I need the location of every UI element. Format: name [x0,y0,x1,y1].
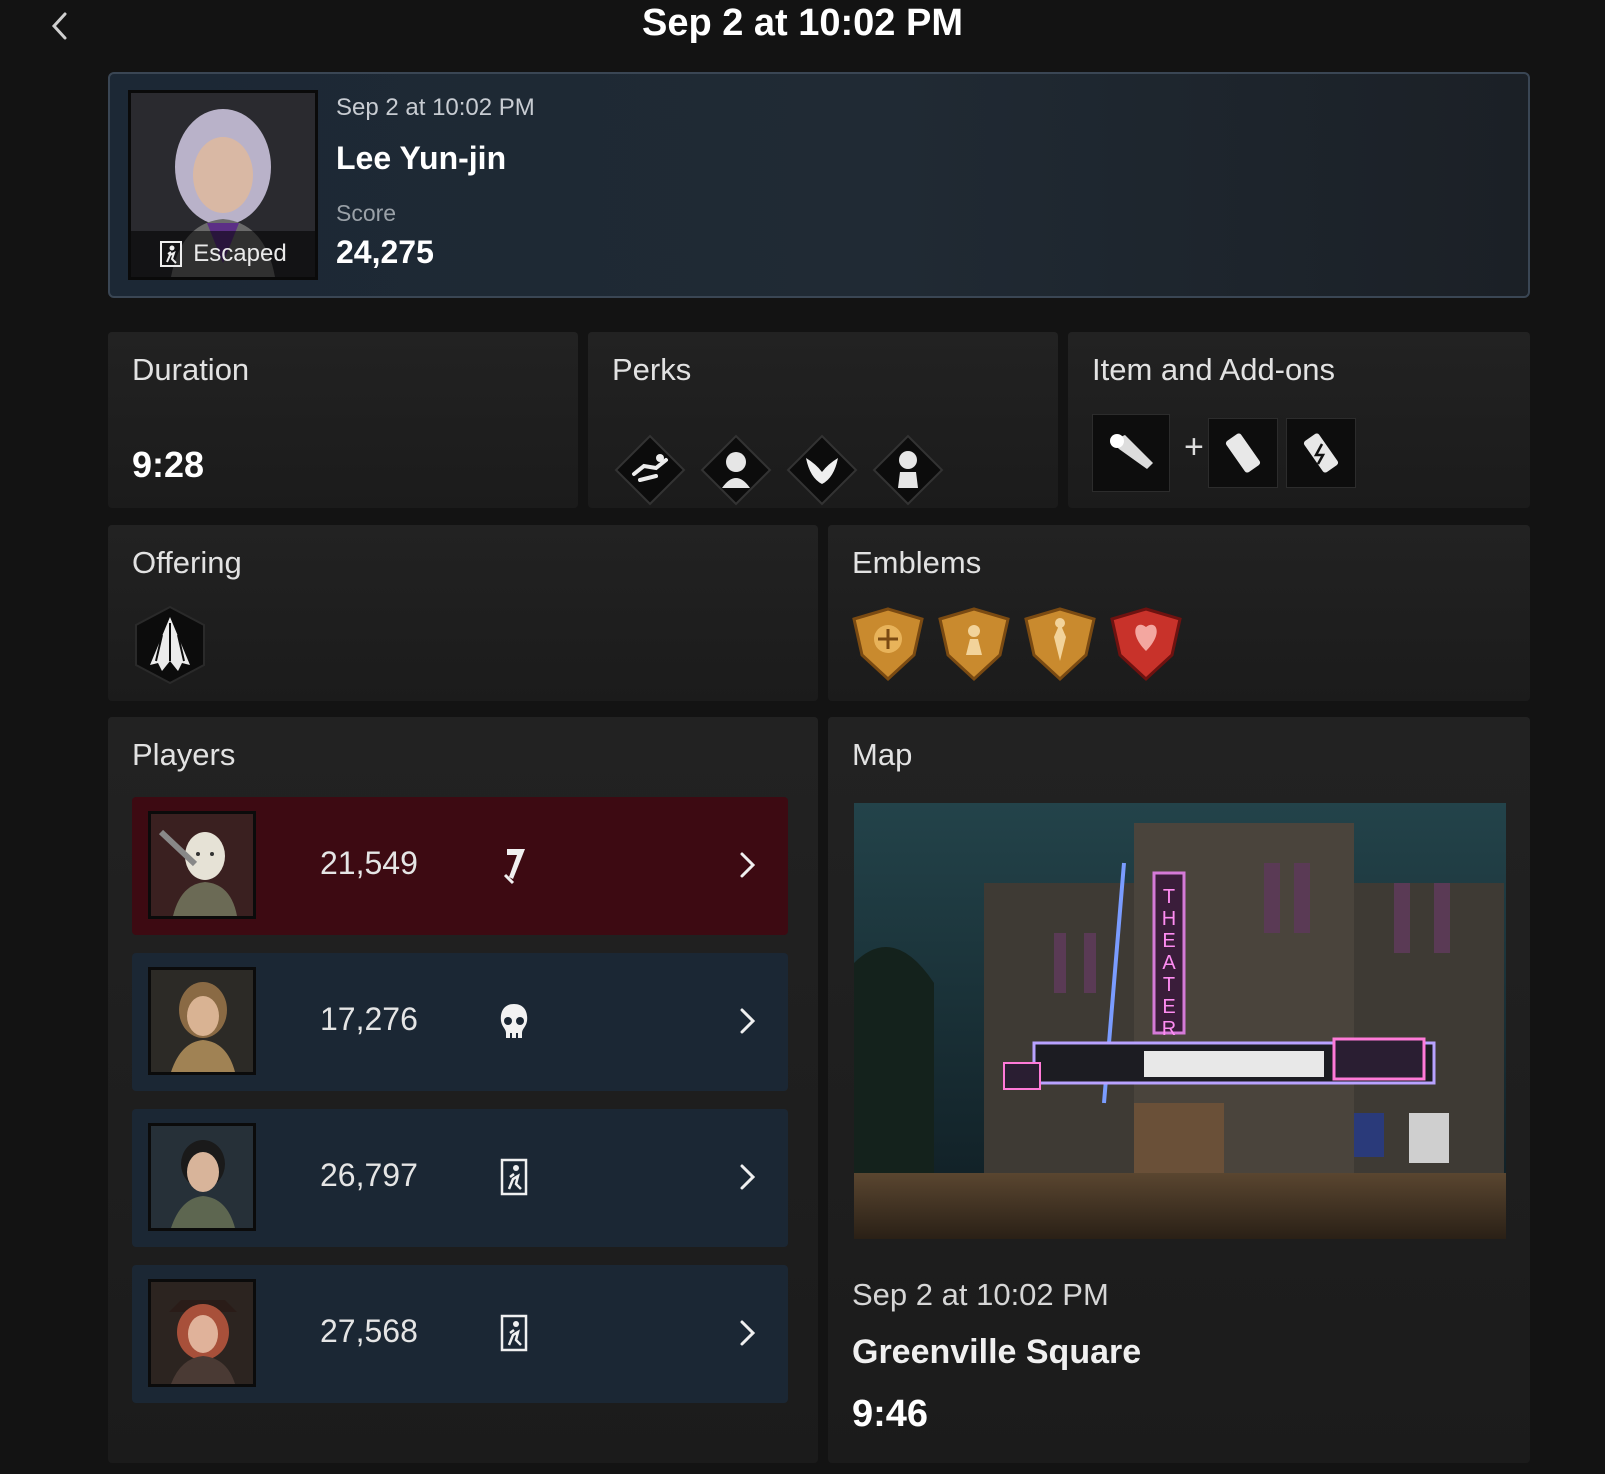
map-title: Map [852,737,913,772]
player-row-survivor[interactable]: 26,797 [132,1109,788,1247]
killer-avatar [148,811,256,919]
character-portrait: Escaped [128,90,318,280]
wings-perk-icon[interactable] [782,430,862,510]
map-date: Sep 2 at 10:02 PM [852,1277,1109,1312]
addon-battery[interactable] [1208,418,1278,488]
emblems-title: Emblems [852,545,982,580]
items-title: Item and Add-ons [1092,352,1335,387]
survivor-avatar [148,967,256,1075]
chevron-right-icon [732,845,762,885]
offering-title: Offering [132,545,242,580]
map-image: THEATER [854,803,1506,1239]
addon-battery-charged[interactable] [1286,418,1356,488]
marquee-sign-text: THEATER [1162,886,1177,1040]
page-title: Sep 2 at 10:02 PM [641,2,964,44]
map-card: Map THEATER Sep 2 at 10:02 PM Greenville… [828,717,1530,1463]
chevron-right-icon [732,1157,762,1197]
chevron-right-icon [732,1001,762,1041]
score-label: Score [336,200,397,226]
map-name: Greenville Square [852,1333,1142,1371]
iridescent-emblem-evader-icon[interactable] [1108,605,1184,683]
gold-emblem-benevolent-icon[interactable] [1022,605,1098,683]
player-row-killer[interactable]: 21,549 [132,797,788,935]
battery-charged-icon [1303,433,1339,473]
survivor-portrait-perk-icon[interactable] [696,430,776,510]
flashlight-icon [1110,434,1153,469]
offering-card: Offering [108,525,818,701]
players-title: Players [132,737,236,772]
shroud-offering-icon[interactable] [132,605,208,685]
map-time: 9:46 [852,1393,929,1435]
chevron-right-icon [732,1313,762,1353]
player-row-survivor[interactable]: 27,568 [132,1265,788,1403]
players-card: Players 21,549 17,276 26,797 27,568 [108,717,818,1463]
escaped-icon [160,241,183,267]
duration-value: 9:28 [132,444,205,485]
match-summary-card: Escaped Sep 2 at 10:02 PM Lee Yun-jin Sc… [108,72,1530,298]
flashlight-item[interactable] [1092,414,1170,492]
gold-emblem-lightbringer-icon[interactable] [850,605,926,683]
bust-perk-icon[interactable] [868,430,948,510]
survivor-avatar [148,1279,256,1387]
escaped-label: Escaped [193,240,287,267]
vault-perk-icon[interactable] [610,430,690,510]
player-score: 27,568 [320,1313,418,1349]
escaped-badge: Escaped [131,231,315,277]
player-row-survivor[interactable]: 17,276 [132,953,788,1091]
killer-blade-icon [492,843,536,887]
escaped-icon [492,1311,536,1355]
survivor-avatar [148,1123,256,1231]
match-date: Sep 2 at 10:02 PM [336,94,535,121]
character-name: Lee Yun-jin [336,140,507,176]
perks-title: Perks [612,352,692,387]
items-card: Item and Add-ons + [1068,332,1530,508]
player-score: 26,797 [320,1157,418,1193]
perks-card: Perks [588,332,1058,508]
plus-sign: + [1184,428,1204,466]
battery-icon [1225,433,1261,473]
player-score: 21,549 [320,845,418,881]
player-score: 17,276 [320,1001,418,1037]
score-value: 24,275 [336,234,434,270]
emblems-card: Emblems [828,525,1530,701]
skull-icon [492,999,536,1043]
gold-emblem-unbroken-icon[interactable] [936,605,1012,683]
escaped-icon [492,1155,536,1199]
duration-title: Duration [132,352,250,387]
duration-card: Duration 9:28 [108,332,578,508]
